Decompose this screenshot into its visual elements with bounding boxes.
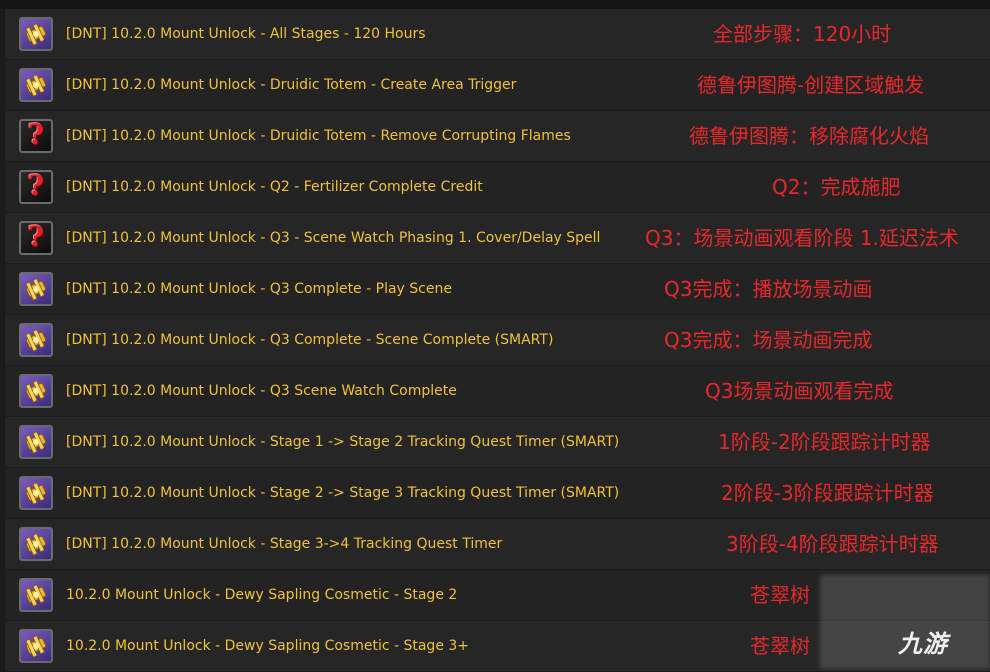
- gear-icon: [19, 476, 53, 510]
- chinese-annotation: 2阶段-3阶段跟踪计时器: [721, 481, 934, 505]
- gear-icon: [19, 68, 53, 102]
- spell-title[interactable]: [DNT] 10.2.0 Mount Unlock - Druidic Tote…: [66, 111, 571, 161]
- list-item[interactable]: [DNT] 10.2.0 Mount Unlock - Druidic Tote…: [5, 60, 990, 110]
- gear-icon: [19, 425, 53, 459]
- gear-icon: [19, 578, 53, 612]
- chinese-annotation: 德鲁伊图腾：移除腐化火焰: [689, 124, 929, 148]
- gear-icon: [19, 374, 53, 408]
- gear-icon: [19, 527, 53, 561]
- list-item[interactable]: [DNT] 10.2.0 Mount Unlock - Stage 2 -> S…: [5, 468, 990, 518]
- spell-title[interactable]: [DNT] 10.2.0 Mount Unlock - Q3 - Scene W…: [66, 213, 600, 263]
- spell-title[interactable]: [DNT] 10.2.0 Mount Unlock - Druidic Tote…: [66, 60, 516, 110]
- question-mark-icon: ?: [19, 170, 53, 204]
- chinese-annotation: 苍翠树: [750, 583, 810, 607]
- chinese-annotation: Q3完成：场景动画完成: [664, 328, 873, 352]
- spell-title[interactable]: [DNT] 10.2.0 Mount Unlock - Q3 Complete …: [66, 264, 452, 314]
- chinese-annotation: Q3场景动画观看完成: [705, 379, 894, 403]
- spell-title[interactable]: [DNT] 10.2.0 Mount Unlock - Q2 - Fertili…: [66, 162, 483, 212]
- list-item[interactable]: [DNT] 10.2.0 Mount Unlock - Stage 3->4 T…: [5, 519, 990, 569]
- gear-icon: [19, 17, 53, 51]
- gear-icon: [19, 272, 53, 306]
- chinese-annotation: 苍翠树: [750, 634, 810, 658]
- chinese-annotation: 德鲁伊图腾-创建区域触发: [697, 73, 925, 97]
- list-item[interactable]: [DNT] 10.2.0 Mount Unlock - Q3 Complete …: [5, 315, 990, 365]
- gear-icon: [19, 323, 53, 357]
- question-mark-icon: ?: [19, 221, 53, 255]
- spell-list: [DNT] 10.2.0 Mount Unlock - All Stages -…: [5, 9, 990, 672]
- chinese-annotation: 1阶段-2阶段跟踪计时器: [718, 430, 931, 454]
- spell-title[interactable]: [DNT] 10.2.0 Mount Unlock - Q3 Complete …: [66, 315, 553, 365]
- spell-title[interactable]: [DNT] 10.2.0 Mount Unlock - Q3 Scene Wat…: [66, 366, 457, 416]
- list-item[interactable]: ? [DNT] 10.2.0 Mount Unlock - Druidic Tot…: [5, 111, 990, 161]
- spell-title[interactable]: [DNT] 10.2.0 Mount Unlock - Stage 3->4 T…: [66, 519, 502, 569]
- list-item[interactable]: ? [DNT] 10.2.0 Mount Unlock - Q3 - Scene …: [5, 213, 990, 263]
- question-mark-icon: ?: [19, 119, 53, 153]
- chinese-annotation: 全部步骤：120小时: [713, 22, 892, 46]
- spell-title[interactable]: [DNT] 10.2.0 Mount Unlock - All Stages -…: [66, 9, 426, 59]
- list-item[interactable]: [DNT] 10.2.0 Mount Unlock - Q3 Scene Wat…: [5, 366, 990, 416]
- spell-title[interactable]: 10.2.0 Mount Unlock - Dewy Sapling Cosme…: [66, 621, 469, 671]
- logo-text: 九游: [898, 630, 948, 658]
- list-item[interactable]: [DNT] 10.2.0 Mount Unlock - Q3 Complete …: [5, 264, 990, 314]
- chinese-annotation: Q3完成：播放场景动画: [664, 277, 873, 301]
- list-item[interactable]: [DNT] 10.2.0 Mount Unlock - All Stages -…: [5, 9, 990, 59]
- jiuyou-logo: 九游: [898, 624, 948, 659]
- spell-title[interactable]: 10.2.0 Mount Unlock - Dewy Sapling Cosme…: [66, 570, 457, 620]
- list-item[interactable]: ? [DNT] 10.2.0 Mount Unlock - Q2 - Fertil…: [5, 162, 990, 212]
- spell-title[interactable]: [DNT] 10.2.0 Mount Unlock - Stage 1 -> S…: [66, 417, 619, 467]
- chinese-annotation: Q2：完成施肥: [772, 175, 901, 199]
- chinese-annotation: Q3：场景动画观看阶段 1.延迟法术: [645, 226, 959, 250]
- gear-icon: [19, 629, 53, 663]
- chinese-annotation: 3阶段-4阶段跟踪计时器: [726, 532, 939, 556]
- top-bar: [0, 0, 990, 9]
- list-item[interactable]: [DNT] 10.2.0 Mount Unlock - Stage 1 -> S…: [5, 417, 990, 467]
- spell-title[interactable]: [DNT] 10.2.0 Mount Unlock - Stage 2 -> S…: [66, 468, 619, 518]
